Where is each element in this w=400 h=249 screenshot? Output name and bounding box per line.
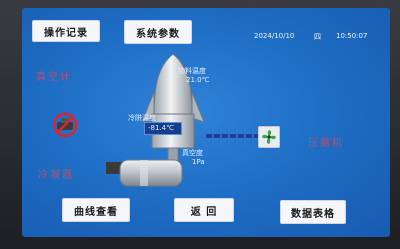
vacuum-meter-label: 真空计 <box>36 72 72 83</box>
base-tank-icon <box>106 158 184 188</box>
compressor-label: 压缩机 <box>308 138 344 149</box>
vacuum-label: 真空度 <box>182 149 203 157</box>
hmi-screen: 操作记录 系统参数 2024/10/10 四 10:50:07 真空计 冷凝器 <box>22 8 390 237</box>
material-temp-value: 21.0℃ <box>186 76 210 84</box>
material-temp-label: 物料温度 <box>178 67 206 75</box>
data-table-button[interactable]: 数据表格 <box>280 200 346 224</box>
cold-trap-temp-box: -81.4℃ <box>144 122 182 135</box>
fan-icon[interactable] <box>257 125 281 149</box>
cold-trap-temp-value: -81.4℃ <box>148 124 174 132</box>
date-display: 2024/10/10 <box>254 32 295 40</box>
weekday-display: 四 <box>314 33 321 41</box>
back-button[interactable]: 返 回 <box>174 198 234 222</box>
pipe-line <box>206 134 258 138</box>
operation-log-button[interactable]: 操作记录 <box>32 20 100 42</box>
cold-trap-label: 冷凝器 <box>38 170 74 181</box>
vacuum-gauge-icon[interactable] <box>52 112 78 138</box>
system-parameters-button[interactable]: 系统参数 <box>124 20 192 44</box>
curve-view-button[interactable]: 曲线查看 <box>62 198 130 222</box>
vacuum-value: 1Pa <box>192 158 205 166</box>
time-display: 10:50:07 <box>336 32 368 40</box>
